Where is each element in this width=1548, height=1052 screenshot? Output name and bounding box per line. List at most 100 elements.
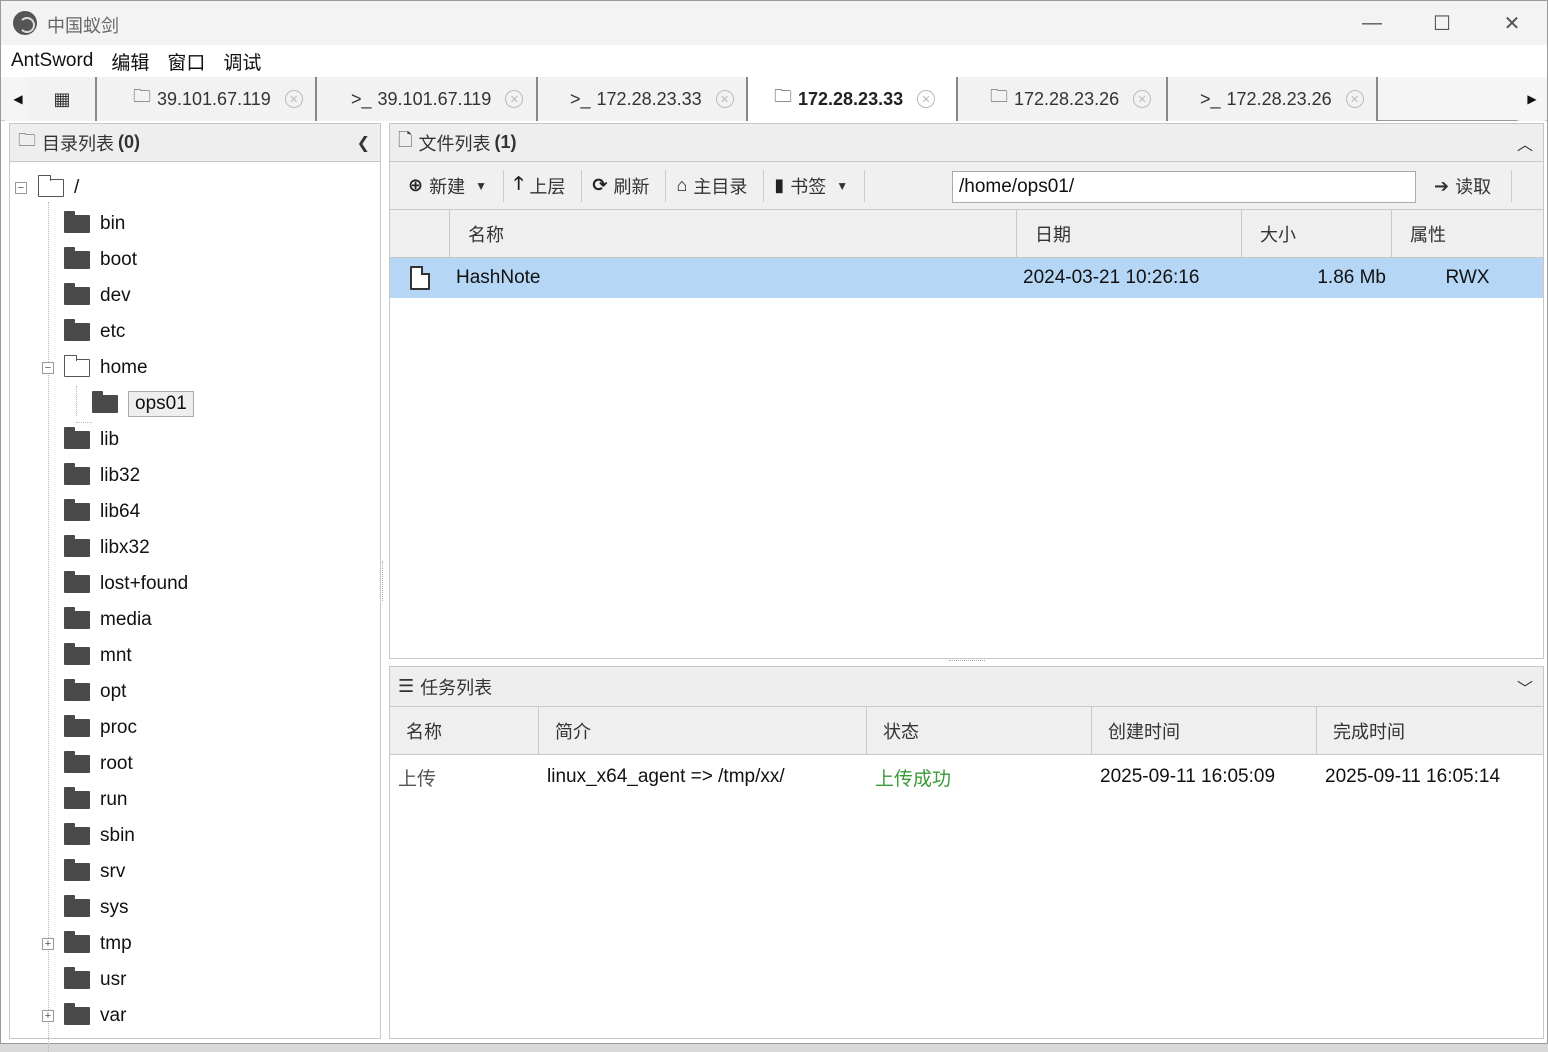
column-size[interactable]: 大小 [1242,210,1392,258]
tree-node-tmp[interactable]: + tmp [10,926,380,962]
collapse-icon[interactable]: − [15,182,27,194]
minimize-button[interactable]: — [1337,1,1407,45]
column-date[interactable]: 日期 [1017,210,1242,258]
tab-home[interactable]: ▦ [29,77,97,121]
tab-close-icon[interactable]: ✕ [505,90,524,108]
file-count: (1) [494,132,517,152]
grid-icon: ▦ [53,88,71,109]
read-button[interactable]: ➔ 读取 [1426,170,1513,202]
tab-file-manager-active[interactable]: 🗀 172.28.23.33 ✕ [748,77,958,121]
tree-node-label: proc [100,717,137,738]
tree-node-root[interactable]: − / [10,170,380,206]
tab-file-manager[interactable]: 🗀 39.101.67.119 ✕ [97,77,317,121]
file-grid-header: 名称 日期 大小 属性 [390,210,1543,258]
tree-node-run[interactable]: run [10,782,380,818]
tab-label: 39.101.67.119 [377,88,492,109]
column-icon[interactable] [390,210,450,258]
folder-icon [64,931,90,953]
tab-terminal[interactable]: >_ 39.101.67.119 ✕ [317,77,538,121]
tab-close-icon[interactable]: ✕ [284,90,303,108]
column-name[interactable]: 名称 [450,210,1017,258]
tree-node-lib[interactable]: lib [10,422,380,458]
column-task-name[interactable]: 名称 [390,707,539,755]
tree-node-label: bin [100,213,126,234]
tab-close-icon[interactable]: ✕ [917,90,936,108]
tree-node-label: var [100,1005,127,1026]
task-row[interactable]: 上传 linux_x64_agent => /tmp/xx/ 上传成功 2025… [390,755,1543,799]
folder-open-icon [64,355,90,377]
tab-scroll-left-icon[interactable]: ◀ [5,77,31,121]
folder-icon [64,463,90,485]
tree-node-lib32[interactable]: lib32 [10,458,380,494]
title-bar: 中国蚁剑 — ☐ ✕ [1,1,1547,45]
tree-node-var[interactable]: + var [10,998,380,1034]
tree-node-proc[interactable]: proc [10,710,380,746]
bookmark-button[interactable]: ▮ 书签 ▼ [764,169,866,202]
menu-debug[interactable]: 调试 [223,48,261,75]
tree-node-home[interactable]: − home [10,350,380,386]
maximize-button[interactable]: ☐ [1407,1,1477,45]
terminal-icon: >_ [1200,88,1221,109]
arrow-right-icon: ➔ [1434,175,1450,196]
tree-node-boot[interactable]: boot [10,242,380,278]
tree-node-lib64[interactable]: lib64 [10,494,380,530]
column-task-desc[interactable]: 简介 [539,707,867,755]
tree-node-media[interactable]: media [10,602,380,638]
terminal-icon: >_ [351,88,372,109]
column-task-created[interactable]: 创建时间 [1092,707,1317,755]
chevron-down-icon[interactable]: ﹀ [1517,675,1533,699]
tree-node-mnt[interactable]: mnt [10,638,380,674]
collapse-up-icon[interactable]: ︿ [1517,131,1533,155]
menu-antsword[interactable]: AntSword [11,50,93,72]
tree-node-root-dir[interactable]: root [10,746,380,782]
tree-node-lost-found[interactable]: lost+found [10,566,380,602]
new-label: 新建 [429,176,466,197]
tree-node-opt[interactable]: opt [10,674,380,710]
path-input[interactable] [952,171,1416,203]
tree-node-sys[interactable]: sys [10,890,380,926]
plus-circle-icon: ⊕ [408,175,424,195]
tab-close-icon[interactable]: ✕ [715,90,734,108]
home-dir-button[interactable]: ⌂ 主目录 [666,169,765,202]
expand-icon[interactable]: + [42,1010,54,1022]
tree-node-etc[interactable]: etc [10,314,380,350]
tab-scroll-right-icon[interactable]: ▶ [1519,77,1545,121]
close-button[interactable]: ✕ [1477,1,1547,45]
tab-close-icon[interactable]: ✕ [1133,90,1152,108]
tree-node-dev[interactable]: dev [10,278,380,314]
folder-icon: 🗀 [133,86,151,106]
tree-node-bin[interactable]: bin [10,206,380,242]
expand-icon[interactable]: + [42,938,54,950]
tab-file-manager[interactable]: 🗀 172.28.23.26 ✕ [958,77,1168,121]
up-button[interactable]: 🡑 上层 [504,169,583,202]
tree-node-usr[interactable]: usr [10,962,380,998]
vertical-splitter-handle[interactable] [382,561,386,601]
horizontal-splitter-handle[interactable] [949,660,985,664]
collapse-icon[interactable]: − [42,362,54,374]
directory-panel-title: 目录列表 [42,133,114,154]
tree-node-label: mnt [100,645,132,666]
refresh-button[interactable]: ⟳ 刷新 [582,169,667,202]
arrow-up-icon: 🡑 [513,172,524,193]
tree-node-libx32[interactable]: libx32 [10,530,380,566]
tree-node-sbin[interactable]: sbin [10,818,380,854]
folder-icon [64,535,90,557]
tab-terminal[interactable]: >_ 172.28.23.33 ✕ [538,77,748,121]
tab-label: 172.28.23.33 [798,88,904,109]
file-row[interactable]: HashNote 2024-03-21 10:26:16 1.86 Mb RWX [390,258,1543,298]
column-task-finished[interactable]: 完成时间 [1317,707,1543,755]
tree-node-ops01[interactable]: ops01 [10,386,380,422]
menu-edit[interactable]: 编辑 [111,48,149,75]
tree-node-srv[interactable]: srv [10,854,380,890]
tab-close-icon[interactable]: ✕ [1345,90,1364,108]
task-created: 2025-09-11 16:05:09 [1100,766,1276,787]
new-button[interactable]: ⊕ 新建 ▼ [398,169,504,202]
column-attr[interactable]: 属性 [1392,210,1543,258]
tab-label: 172.28.23.26 [1014,88,1120,109]
tab-terminal[interactable]: >_ 172.28.23.26 ✕ [1168,77,1378,121]
tab-strip: ▦ 🗀 39.101.67.119 ✕ >_ 39.101.67.119 ✕ >… [29,77,1517,121]
column-task-status[interactable]: 状态 [867,707,1092,755]
task-desc: linux_x64_agent => /tmp/xx/ [547,766,785,787]
collapse-left-icon[interactable]: ❮ [357,133,370,153]
menu-window[interactable]: 窗口 [167,48,205,75]
